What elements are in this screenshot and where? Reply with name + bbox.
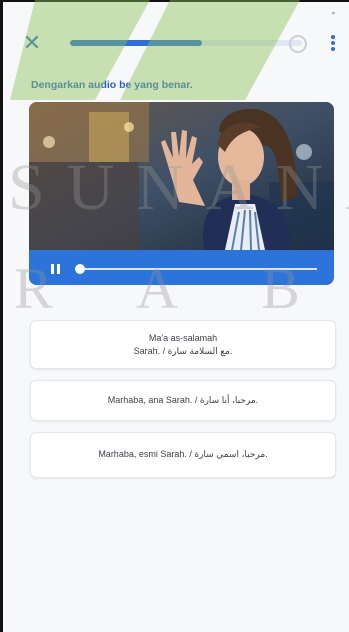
pause-icon[interactable] <box>51 264 61 274</box>
video-player[interactable] <box>29 102 334 285</box>
answer-option-2[interactable]: Marhaba, ana Sarah. / مرحبا، أنا سارة. <box>30 380 336 421</box>
video-frame <box>29 102 334 250</box>
screen-border-top <box>0 0 349 2</box>
seek-handle[interactable] <box>75 264 85 274</box>
close-icon[interactable]: ✕ <box>22 32 42 54</box>
answer-option-3[interactable]: Marhaba, esmi Sarah. / مرحبا، اسمي سارة. <box>30 432 336 478</box>
timer-icon <box>289 35 307 53</box>
video-controls-bar <box>29 250 334 285</box>
lesson-progress-fill <box>70 40 203 46</box>
more-vertical-icon[interactable] <box>327 35 339 53</box>
instruction-text: Dengarkan audio be yang benar. <box>31 79 193 91</box>
answer-option-1[interactable]: Ma'a as-salamah Sarah. / مع السلامة سارة… <box>30 320 336 369</box>
status-bar-icon: ▪ <box>331 8 335 18</box>
seek-track[interactable] <box>79 268 317 270</box>
screen-border-left <box>0 0 3 632</box>
answer-option-1-line2: Sarah. / مع السلامة سارة. <box>133 346 233 356</box>
lesson-progress-bar <box>70 40 302 46</box>
answer-option-1-line1: Ma'a as-salamah <box>148 333 218 343</box>
answer-option-3-label: Marhaba, esmi Sarah. / مرحبا، اسمي سارة. <box>98 449 268 459</box>
answer-option-2-label: Marhaba, ana Sarah. / مرحبا، أنا سارة. <box>107 395 259 405</box>
